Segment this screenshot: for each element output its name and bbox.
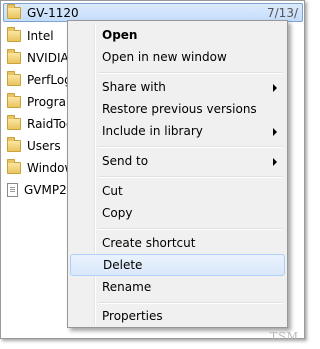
menu-item-label: Send to xyxy=(102,154,149,168)
menu-item-restore-previous-versions[interactable]: Restore previous versions xyxy=(70,98,285,120)
file-row[interactable]: Intel xyxy=(7,26,54,46)
menu-item-label: Delete xyxy=(103,258,143,272)
menu-item-label: Share with xyxy=(102,80,166,94)
menu-item-rename[interactable]: Rename xyxy=(70,276,285,298)
watermark: TSM xyxy=(269,330,299,343)
menu-item-label: Open in new window xyxy=(102,50,227,64)
submenu-arrow-icon xyxy=(273,158,277,166)
file-row[interactable]: RaidToo xyxy=(7,114,73,134)
folder-icon xyxy=(7,115,21,130)
context-menu: Open Open in new window Share with Resto… xyxy=(67,20,288,328)
menu-item-label: Open xyxy=(102,28,138,42)
menu-item-create-shortcut[interactable]: Create shortcut xyxy=(70,232,285,254)
file-name: PerfLog xyxy=(27,73,72,87)
file-name: GVMP2 xyxy=(24,183,67,197)
menu-separator xyxy=(98,146,283,148)
menu-item-label: Rename xyxy=(102,280,152,294)
menu-item-open-in-new-window[interactable]: Open in new window xyxy=(70,46,285,68)
menu-item-label: Restore previous versions xyxy=(102,102,257,116)
file-row[interactable]: PerfLog xyxy=(7,70,72,90)
menu-item-cut[interactable]: Cut xyxy=(70,180,285,202)
file-date: 7/13/ xyxy=(267,6,298,20)
menu-item-properties[interactable]: Properties xyxy=(70,305,285,327)
folder-icon xyxy=(7,4,21,19)
submenu-arrow-icon xyxy=(273,128,277,136)
folder-icon xyxy=(7,137,21,152)
menu-item-share-with[interactable]: Share with xyxy=(70,76,285,98)
menu-separator xyxy=(98,228,283,230)
menu-item-copy[interactable]: Copy xyxy=(70,202,285,224)
menu-item-label: Cut xyxy=(102,184,123,198)
menu-separator xyxy=(98,176,283,178)
file-row[interactable]: Window xyxy=(7,158,74,178)
folder-icon xyxy=(7,93,21,108)
file-row[interactable]: Users xyxy=(7,136,61,156)
menu-item-send-to[interactable]: Send to xyxy=(70,150,285,172)
file-name: Intel xyxy=(27,29,54,43)
file-row[interactable]: NVIDIA xyxy=(7,48,69,68)
menu-separator xyxy=(98,72,283,74)
document-icon xyxy=(7,183,18,197)
folder-icon xyxy=(7,27,21,42)
folder-icon xyxy=(7,71,21,86)
menu-item-label: Properties xyxy=(102,309,163,323)
file-name: GV-1120 xyxy=(27,6,79,20)
menu-item-label: Copy xyxy=(102,206,133,220)
submenu-arrow-icon xyxy=(273,84,277,92)
folder-icon xyxy=(7,159,21,174)
file-row[interactable]: GVMP2 xyxy=(7,180,67,200)
menu-separator xyxy=(98,302,283,304)
menu-item-label: Include in library xyxy=(102,124,203,138)
folder-icon xyxy=(7,49,21,64)
menu-item-label: Create shortcut xyxy=(102,236,196,250)
menu-item-include-in-library[interactable]: Include in library xyxy=(70,120,285,142)
menu-item-open[interactable]: Open xyxy=(70,24,285,46)
menu-item-delete[interactable]: Delete xyxy=(70,254,285,276)
file-name: Users xyxy=(27,139,61,153)
file-name: NVIDIA xyxy=(27,51,69,65)
